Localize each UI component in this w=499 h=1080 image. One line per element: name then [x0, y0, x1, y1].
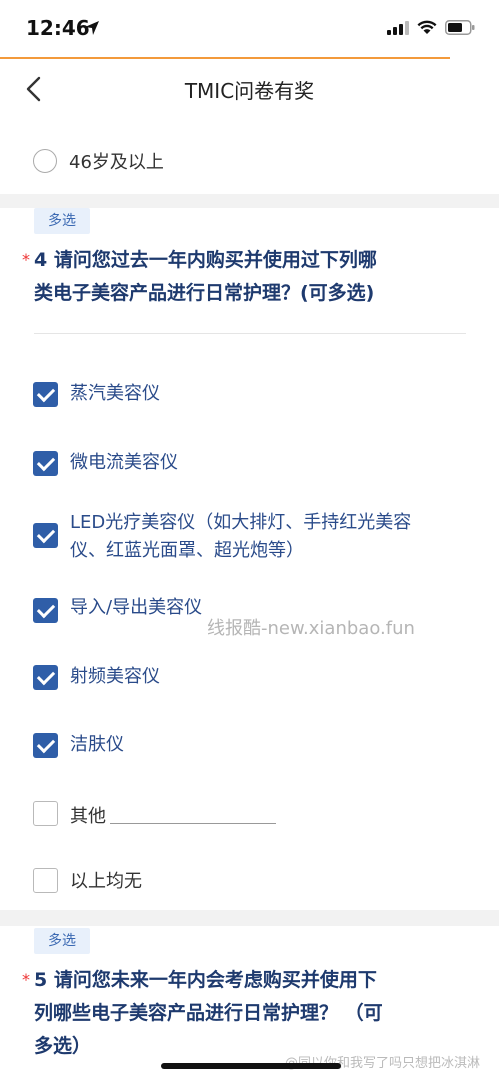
checkbox-label-text: 其他 — [70, 806, 106, 827]
question-title-line: 类电子美容产品进行日常护理？(可多选) — [34, 282, 375, 304]
checkbox-label: 微电流美容仪 — [70, 452, 178, 473]
checkbox-checked[interactable] — [33, 598, 58, 623]
location-arrow-icon — [85, 21, 99, 35]
other-text-input[interactable] — [110, 822, 276, 824]
checkbox-checked[interactable] — [33, 382, 58, 407]
radio-option-label: 46岁及以上 — [69, 152, 164, 173]
checkbox-label: 其他 — [70, 803, 276, 831]
checkbox-label: 蒸汽美容仪 — [70, 383, 160, 404]
checkbox-option[interactable]: LED光疗美容仪（如大排灯、手持红光美容 仪、红蓝光面罩、超光炮等） — [33, 509, 411, 565]
multi-select-tag: 多选 — [34, 208, 90, 234]
checkbox-label-line: 仪、红蓝光面罩、超光炮等） — [70, 540, 304, 561]
checkbox-unchecked[interactable] — [33, 801, 58, 826]
checkbox-checked[interactable] — [33, 523, 58, 548]
checkbox-option[interactable]: 微电流美容仪 — [33, 451, 178, 477]
checkbox-option[interactable]: 以上均无 — [33, 868, 142, 896]
cellular-signal-icon — [387, 20, 409, 35]
section-gap — [0, 194, 499, 208]
checkbox-checked[interactable] — [33, 665, 58, 690]
page-title: TMIC问卷有奖 — [184, 79, 315, 103]
checkbox-option[interactable]: 射频美容仪 — [33, 665, 160, 691]
status-icons — [387, 20, 475, 35]
checkbox-option-other[interactable]: 其他 — [33, 801, 276, 831]
checkbox-label-line: LED光疗美容仪（如大排灯、手持红光美容 — [70, 512, 412, 533]
watermark: 线报酷-new.xianbao.fun — [207, 618, 415, 639]
status-bar: 12:46 — [0, 0, 499, 58]
status-time: 12:46 — [26, 16, 90, 40]
question-card-4: 多选 * 4 请问您过去一年内购买并使用过下列哪 类电子美容产品进行日常护理？(… — [0, 208, 499, 910]
battery-icon — [445, 20, 475, 35]
checkbox-option[interactable]: 洁肤仪 — [33, 733, 124, 759]
question-title-line: 列哪些电子美容产品进行日常护理？ （可 — [34, 1002, 383, 1024]
checkbox-label: LED光疗美容仪（如大排灯、手持红光美容 仪、红蓝光面罩、超光炮等） — [70, 509, 411, 565]
checkbox-label: 导入/导出美容仪 — [70, 597, 203, 618]
checkbox-label: 以上均无 — [70, 871, 142, 892]
checkbox-option[interactable]: 蒸汽美容仪 — [33, 382, 160, 408]
checkbox-label: 洁肤仪 — [70, 734, 124, 755]
question-title-line: 4 请问您过去一年内购买并使用过下列哪 — [34, 249, 377, 271]
checkbox-unchecked[interactable] — [33, 868, 58, 893]
question-title: 4 请问您过去一年内购买并使用过下列哪 类电子美容产品进行日常护理？(可多选) — [34, 244, 377, 310]
radio-option-46-plus[interactable]: 46岁及以上 — [33, 148, 164, 174]
checkbox-option[interactable]: 导入/导出美容仪 — [33, 597, 202, 623]
question-title-line: 5 请问您未来一年内会考虑购买并使用下 — [34, 969, 377, 991]
divider — [34, 333, 466, 334]
home-indicator — [161, 1063, 341, 1069]
checkbox-label: 射频美容仪 — [70, 666, 160, 687]
radio-button[interactable] — [33, 149, 57, 173]
nav-bar: TMIC问卷有奖 — [0, 59, 499, 119]
checkbox-checked[interactable] — [33, 451, 58, 476]
required-mark: * — [22, 250, 30, 269]
checkbox-checked[interactable] — [33, 733, 58, 758]
required-mark: * — [22, 970, 30, 989]
section-gap — [0, 910, 499, 926]
question-title: 5 请问您未来一年内会考虑购买并使用下 列哪些电子美容产品进行日常护理？ （可 … — [34, 964, 383, 1063]
multi-select-tag: 多选 — [34, 928, 90, 954]
wifi-icon — [417, 20, 437, 34]
